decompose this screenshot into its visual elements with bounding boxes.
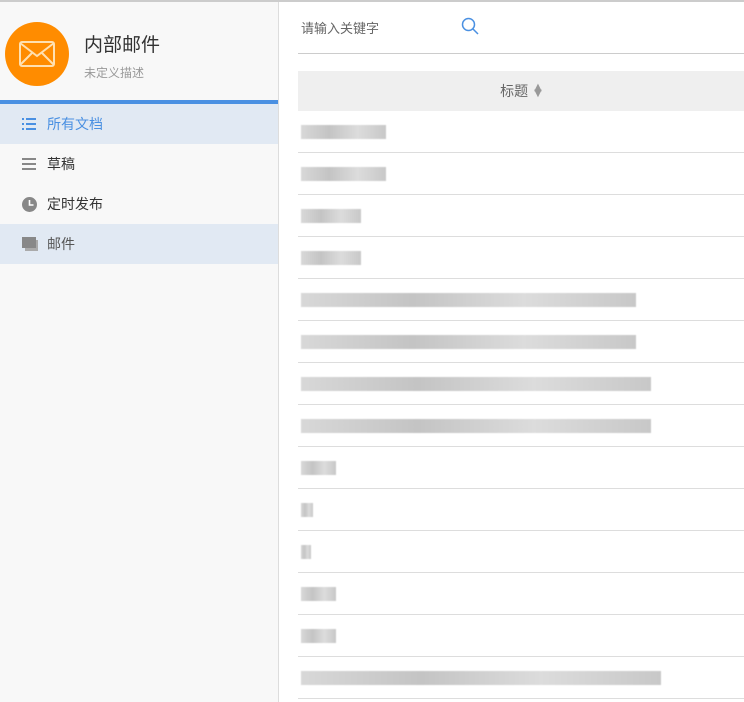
- table-row[interactable]: [298, 615, 744, 657]
- table-row[interactable]: [298, 195, 744, 237]
- sidebar-item-all-docs[interactable]: 所有文档: [0, 104, 278, 144]
- table-row[interactable]: [298, 489, 744, 531]
- app-title: 内部邮件: [84, 34, 161, 56]
- redacted-title: [301, 460, 336, 475]
- column-title: 标题: [500, 84, 529, 100]
- sidebar: 内部邮件 未定义描述 所有文档 草稿 定时发布 邮件: [0, 2, 279, 702]
- redacted-title: [301, 544, 311, 559]
- main-content: 请输入关键字 标题 ▲ ▼: [298, 2, 744, 699]
- sidebar-item-label: 所有文档: [47, 117, 103, 133]
- redacted-title: [301, 292, 636, 307]
- clock-icon: [22, 196, 38, 212]
- table-header[interactable]: 标题 ▲ ▼: [298, 71, 744, 111]
- sidebar-item-mail[interactable]: 邮件: [0, 224, 278, 264]
- redacted-title: [301, 166, 386, 181]
- table-row[interactable]: [298, 573, 744, 615]
- redacted-title: [301, 376, 651, 391]
- table-body: [298, 111, 744, 699]
- search-icon[interactable]: [461, 17, 479, 39]
- search-bar: 请输入关键字: [298, 2, 744, 54]
- redacted-title: [301, 502, 313, 517]
- table-row[interactable]: [298, 279, 744, 321]
- folder-icon: [22, 237, 38, 251]
- table-row[interactable]: [298, 405, 744, 447]
- sidebar-item-label: 草稿: [47, 157, 75, 173]
- sidebar-item-drafts[interactable]: 草稿: [0, 144, 278, 184]
- table-row[interactable]: [298, 363, 744, 405]
- list-icon: [22, 118, 38, 130]
- table-row[interactable]: [298, 531, 744, 573]
- sidebar-item-label: 定时发布: [47, 197, 103, 213]
- redacted-title: [301, 586, 336, 601]
- redacted-title: [301, 418, 651, 433]
- menu-icon: [22, 158, 38, 170]
- sort-icon[interactable]: ▲ ▼: [534, 83, 542, 99]
- redacted-title: [301, 334, 636, 349]
- redacted-title: [301, 208, 361, 223]
- table-row[interactable]: [298, 153, 744, 195]
- redacted-title: [301, 628, 336, 643]
- table-row[interactable]: [298, 237, 744, 279]
- app-header: 内部邮件 未定义描述: [0, 2, 278, 104]
- sidebar-item-label: 邮件: [47, 237, 75, 253]
- redacted-title: [301, 124, 386, 139]
- table-row[interactable]: [298, 111, 744, 153]
- mail-icon: [5, 22, 69, 86]
- redacted-title: [301, 670, 661, 685]
- redacted-title: [301, 250, 361, 265]
- table-row[interactable]: [298, 657, 744, 699]
- table-row[interactable]: [298, 321, 744, 363]
- app-description: 未定义描述: [84, 66, 145, 80]
- search-input[interactable]: 请输入关键字: [301, 18, 379, 37]
- sidebar-item-scheduled[interactable]: 定时发布: [0, 184, 278, 224]
- table-row[interactable]: [298, 447, 744, 489]
